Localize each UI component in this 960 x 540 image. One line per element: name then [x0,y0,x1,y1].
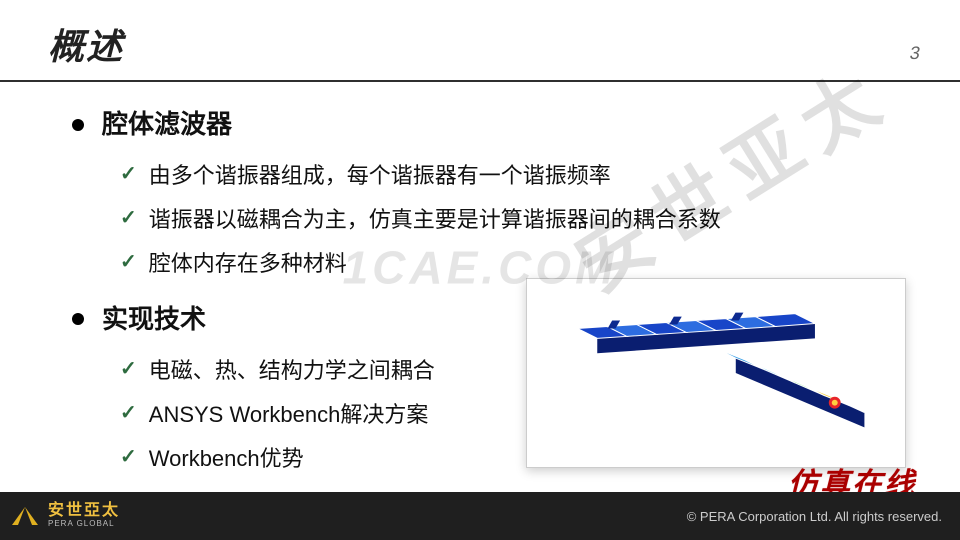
list-item-text: 电磁、热、结构力学之间耦合 [149,350,435,392]
list-item-text: ANSYS Workbench解决方案 [149,394,429,436]
list-item: ✓ 谐振器以磁耦合为主，仿真主要是计算谐振器间的耦合系数 [120,199,912,241]
check-icon: ✓ [120,394,137,432]
cavity-filter-render [527,279,905,467]
pera-logo-icon [10,505,40,527]
section-cavity-filter: 腔体滤波器 ✓ 由多个谐振器组成，每个谐振器有一个谐振频率 ✓ 谐振器以磁耦合为… [72,100,912,285]
list-item-text: 谐振器以磁耦合为主，仿真主要是计算谐振器间的耦合系数 [149,199,721,241]
footer: 安世亞太 PERA GLOBAL © PERA Corporation Ltd.… [0,492,960,540]
list-item-text: Workbench优势 [149,438,304,480]
list-item-text: 由多个谐振器组成，每个谐振器有一个谐振频率 [149,155,611,197]
check-icon: ✓ [120,243,137,281]
bullet-dot-icon [72,313,84,325]
header: 概述 3 [0,0,960,80]
brand-zh: 安世亞太 [48,503,120,520]
bullet-dot-icon [72,119,84,131]
copyright: © PERA Corporation Ltd. All rights reser… [687,509,942,524]
brand: 安世亞太 PERA GLOBAL [10,503,120,528]
section-title: 腔体滤波器 [102,100,232,149]
page-title: 概述 [48,18,124,70]
section-title: 实现技术 [102,295,206,344]
check-icon: ✓ [120,155,137,193]
section-header: 腔体滤波器 [72,100,912,149]
slide: 概述 3 腔体滤波器 ✓ 由多个谐振器组成，每个谐振器有一个谐振频率 ✓ 谐振器… [0,0,960,540]
section-items: ✓ 由多个谐振器组成，每个谐振器有一个谐振频率 ✓ 谐振器以磁耦合为主，仿真主要… [72,155,912,284]
brand-text: 安世亞太 PERA GLOBAL [48,503,120,528]
list-item-text: 腔体内存在多种材料 [149,243,347,285]
list-item: ✓ 由多个谐振器组成，每个谐振器有一个谐振频率 [120,155,912,197]
simulation-figure [526,278,906,468]
page-number: 3 [908,43,922,64]
check-icon: ✓ [120,438,137,476]
check-icon: ✓ [120,350,137,388]
check-icon: ✓ [120,199,137,237]
brand-en: PERA GLOBAL [48,520,120,528]
